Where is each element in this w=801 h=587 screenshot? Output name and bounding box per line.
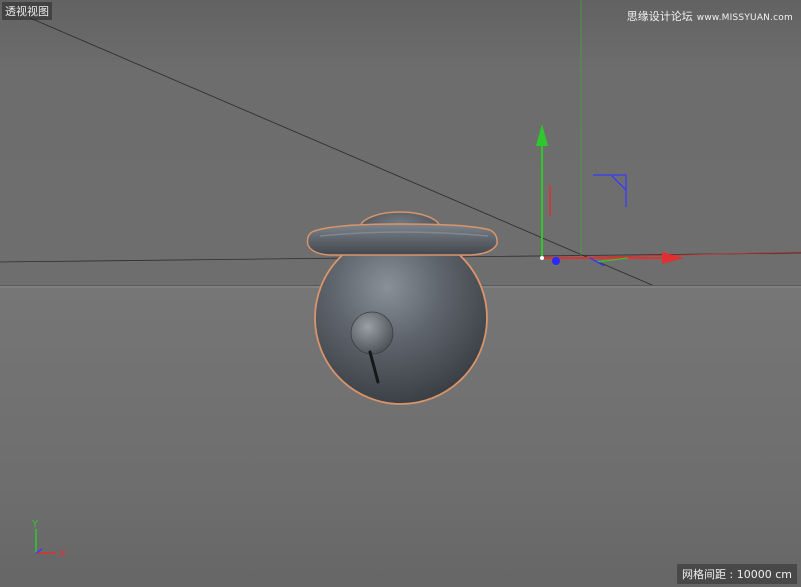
grid-spacing-value: 10000 cm — [737, 568, 792, 581]
grid-spacing-readout: 网格间距 : 10000 cm — [677, 564, 797, 584]
view-name-label[interactable]: 透视视图 — [2, 2, 52, 20]
scene-canvas[interactable] — [0, 0, 801, 587]
bell-rim — [308, 224, 498, 255]
axis-x-label: X — [59, 549, 66, 559]
world-axis-icon: Y X — [28, 519, 78, 559]
grid-spacing-label: 网格间距 — [682, 568, 726, 581]
bell-hole-ball — [351, 312, 393, 354]
watermark-site-name: 思缘设计论坛 — [627, 10, 693, 23]
bell-object — [308, 212, 498, 404]
watermark-site-url: www.MISSYUAN.com — [697, 13, 793, 23]
bell-body — [315, 232, 487, 404]
perspective-viewport[interactable]: 透视视图 思缘设计论坛 www.MISSYUAN.com Y X 网格间距 : 1… — [0, 0, 801, 587]
axis-y-label: Y — [31, 519, 39, 530]
watermark: 思缘设计论坛 www.MISSYUAN.com — [627, 8, 793, 24]
